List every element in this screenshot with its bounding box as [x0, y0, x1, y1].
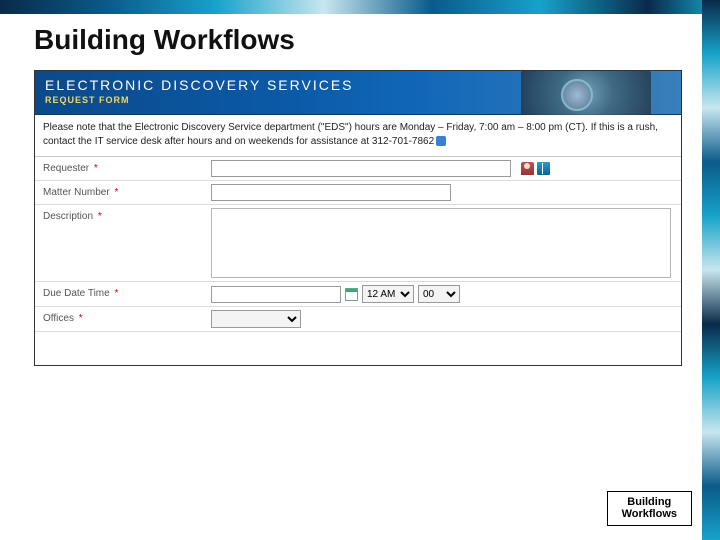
- address-book-icon[interactable]: [537, 162, 550, 175]
- requester-label-text: Requester: [43, 163, 89, 174]
- description-label: Description *: [35, 205, 205, 281]
- description-label-text: Description: [43, 211, 93, 222]
- field-matter-number: Matter Number *: [35, 181, 681, 205]
- banner-title: ELECTRONIC DISCOVERY SERVICES: [45, 77, 354, 93]
- offices-label: Offices *: [35, 307, 205, 331]
- required-asterisk: *: [94, 163, 98, 174]
- notice-text: Please note that the Electronic Discover…: [35, 115, 681, 157]
- field-requester: Requester *: [35, 157, 681, 181]
- required-asterisk: *: [114, 288, 118, 299]
- due-date-time-label-text: Due Date Time: [43, 288, 110, 299]
- due-date-input[interactable]: [211, 286, 341, 303]
- decorative-border-right: [702, 0, 720, 540]
- decorative-border-top: [0, 0, 720, 14]
- person-check-icon[interactable]: [521, 162, 534, 175]
- due-date-time-label: Due Date Time *: [35, 282, 205, 306]
- requester-label: Requester *: [35, 157, 205, 180]
- matter-number-label-text: Matter Number: [43, 187, 110, 198]
- required-asterisk: *: [114, 187, 118, 198]
- footer-label: Building Workflows: [607, 491, 692, 526]
- due-hour-select[interactable]: 12 AM: [362, 285, 414, 303]
- link-icon: [436, 136, 446, 146]
- required-asterisk: *: [79, 313, 83, 324]
- field-description: Description *: [35, 205, 681, 282]
- field-offices: Offices *: [35, 307, 681, 332]
- offices-select[interactable]: [211, 310, 301, 328]
- calendar-icon[interactable]: [345, 288, 358, 301]
- required-asterisk: *: [98, 211, 102, 222]
- matter-number-label: Matter Number *: [35, 181, 205, 204]
- offices-label-text: Offices: [43, 313, 74, 324]
- banner-artwork: [521, 71, 651, 115]
- slide-title: Building Workflows: [34, 24, 295, 56]
- requester-input[interactable]: [211, 160, 511, 177]
- matter-number-input[interactable]: [211, 184, 451, 201]
- form-screenshot: ELECTRONIC DISCOVERY SERVICES REQUEST FO…: [34, 70, 682, 366]
- notice-body: Please note that the Electronic Discover…: [43, 122, 658, 147]
- form-banner: ELECTRONIC DISCOVERY SERVICES REQUEST FO…: [35, 71, 681, 115]
- description-textarea[interactable]: [211, 208, 671, 278]
- banner-subtitle: REQUEST FORM: [45, 95, 130, 105]
- field-due-date-time: Due Date Time * 12 AM 00: [35, 282, 681, 307]
- footer-label-text: Building Workflows: [622, 496, 677, 521]
- due-minute-select[interactable]: 00: [418, 285, 460, 303]
